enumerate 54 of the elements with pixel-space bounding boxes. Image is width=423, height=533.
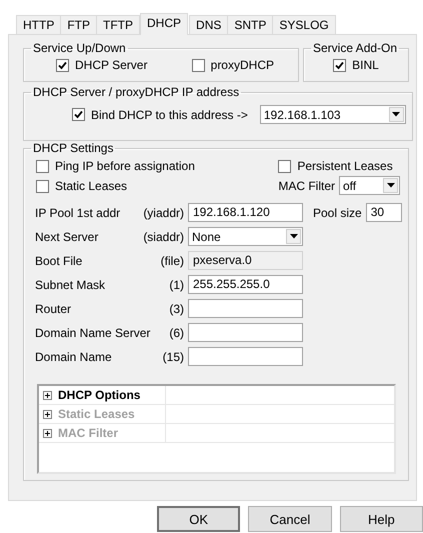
field-label: Boot File xyxy=(35,254,84,268)
checkbox[interactable] xyxy=(72,108,85,121)
checkbox-option[interactable]: DHCP Server xyxy=(56,58,148,72)
tab[interactable]: HTTP xyxy=(16,15,62,34)
address-dropdown[interactable]: 192.168.1.103 xyxy=(260,105,406,124)
group-title: DHCP Settings xyxy=(32,141,114,155)
checkbox-option[interactable]: Bind DHCP to this address -> xyxy=(72,108,248,122)
group-title: Service Up/Down xyxy=(32,41,127,55)
checkbox[interactable] xyxy=(36,180,49,192)
checkbox[interactable] xyxy=(278,160,292,172)
checkbox-option[interactable]: Ping IP before assignation xyxy=(36,159,195,173)
checkbox-option[interactable]: Static Leases xyxy=(36,179,195,193)
field-label: Domain Name xyxy=(35,350,113,364)
input-field[interactable] xyxy=(188,323,303,342)
tab[interactable]: SYSLOG xyxy=(272,15,336,34)
field-code: (yiaddr) xyxy=(143,206,184,220)
field-label: Subnet Mask xyxy=(35,278,106,292)
input-field[interactable] xyxy=(188,347,303,366)
tab[interactable]: TFTP xyxy=(96,15,140,34)
input-field[interactable] xyxy=(188,299,303,318)
checkbox-option[interactable]: proxyDHCP xyxy=(192,58,274,72)
expand-icon[interactable] xyxy=(43,390,52,400)
field-label: Pool size xyxy=(313,206,362,220)
field-label: Domain Name Server xyxy=(35,326,152,340)
checkbox[interactable] xyxy=(333,58,346,72)
field-code: (1) xyxy=(169,278,184,292)
tab[interactable]: DNS xyxy=(189,15,228,34)
field-label: Router xyxy=(35,302,72,316)
tab[interactable]: SNTP xyxy=(227,15,274,34)
field-label: MAC Filter xyxy=(278,178,335,192)
input-field[interactable]: 255.255.255.0 xyxy=(188,275,303,294)
input-field[interactable]: 192.168.1.120 xyxy=(188,203,303,222)
field-code: (6) xyxy=(169,326,184,340)
field-code: (siaddr) xyxy=(143,230,184,244)
tab[interactable]: DHCP xyxy=(140,13,188,35)
dialog-button[interactable]: Cancel xyxy=(248,506,332,532)
input-field[interactable]: pxeserva.0 xyxy=(188,251,303,270)
field-code: (file) xyxy=(160,254,184,268)
checkbox-option[interactable]: Persistent Leases xyxy=(278,159,400,173)
checkbox[interactable] xyxy=(192,58,205,72)
field-code: (3) xyxy=(169,302,184,316)
field-code: (15) xyxy=(162,350,184,364)
mac-filter-dropdown[interactable]: off xyxy=(339,176,400,195)
checkbox[interactable] xyxy=(56,58,69,72)
input-field[interactable]: 30 xyxy=(366,203,402,222)
checkbox[interactable] xyxy=(36,160,49,172)
group-title: Service Add-On xyxy=(312,41,398,55)
checkbox-option[interactable]: BINL xyxy=(333,58,379,72)
dialog-button[interactable]: OK xyxy=(157,506,240,532)
dialog-button[interactable]: Help xyxy=(340,506,423,532)
group-title: DHCP Server / proxyDHCP IP address xyxy=(32,85,240,99)
tree-item[interactable]: DHCP Options xyxy=(39,386,166,404)
tab[interactable]: FTP xyxy=(60,15,98,34)
next-server-dropdown[interactable]: None xyxy=(188,227,303,246)
